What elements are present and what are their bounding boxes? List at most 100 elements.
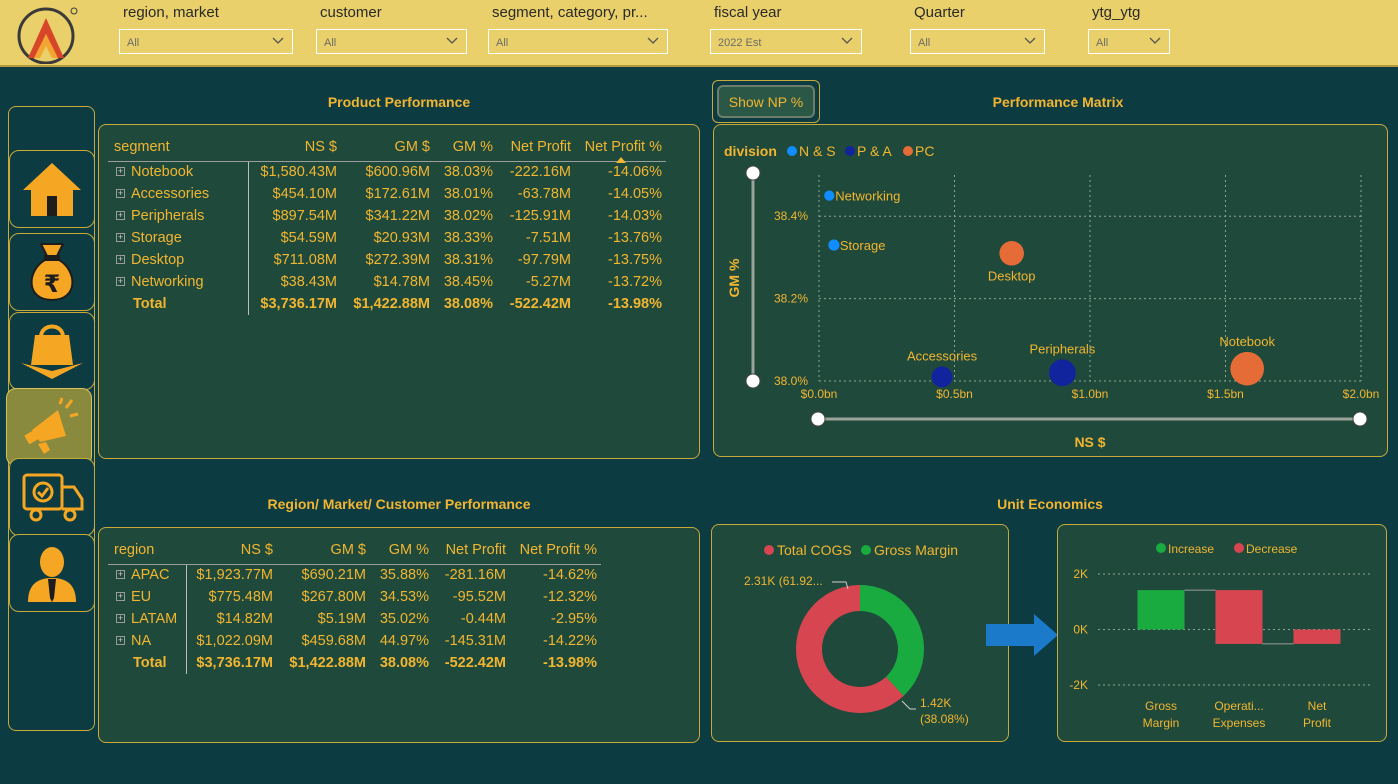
data-label: Storage	[840, 238, 886, 253]
x-tick-label: Gross	[1145, 699, 1177, 713]
legend-marker	[764, 545, 774, 555]
performance-matrix-panel: division N & S P & A PC $0.0bn $0.5bn $1.0bn $1…	[713, 124, 1388, 457]
expand-icon[interactable]: +	[116, 592, 125, 601]
value-cell: 38.03%	[443, 164, 493, 181]
column-header[interactable]: Net Profit %	[510, 536, 601, 565]
chevron-down-icon	[1024, 37, 1036, 44]
nav-home-button[interactable]	[9, 150, 95, 228]
value-cell: -5.27M	[525, 274, 571, 290]
expand-icon[interactable]: +	[116, 614, 125, 623]
column-header[interactable]: Net Profit	[433, 536, 510, 565]
x-slider-handle-left[interactable]	[810, 411, 826, 427]
filter-segment-category: segment, category, pr... All	[488, 4, 668, 54]
filter-customer: customer All	[316, 4, 467, 54]
region-market-dropdown[interactable]: All	[119, 29, 293, 54]
show-np-button[interactable]: Show NP %	[717, 85, 815, 118]
segment-cell: + Networking	[108, 271, 249, 293]
column-header[interactable]: NS $	[248, 133, 341, 162]
waterfall-bar[interactable]	[1215, 590, 1263, 644]
nav-finance-button[interactable]: ₹	[9, 233, 95, 311]
value-cell: $1,923.77M	[196, 567, 273, 584]
table-row[interactable]: + Peripherals $897.54M $341.22M 38.02% -125.9…	[108, 205, 666, 227]
donut-panel: Total COGS Gross Margin 2.31K (61.92... 1.4…	[711, 524, 1009, 742]
value-cell: 38.01%	[443, 186, 493, 202]
quarter-dropdown[interactable]: All	[910, 29, 1045, 54]
product-performance-title: Product Performance	[327, 94, 471, 110]
table-row[interactable]: + APAC $1,923.77M $690.21M 35.88% -281.16M -14…	[108, 564, 601, 586]
value-cell: $690.21M	[301, 567, 367, 584]
total-value: -13.98%	[607, 296, 662, 312]
chevron-down-icon	[1149, 37, 1161, 44]
x-slider-handle-right[interactable]	[1352, 411, 1368, 427]
nav-supply-chain-button[interactable]	[9, 458, 95, 536]
row-label: EU	[131, 589, 152, 605]
data-label: 1.42K	[920, 696, 951, 710]
region-cell: + APAC	[108, 564, 187, 586]
ytg-dropdown[interactable]: All	[1088, 29, 1170, 54]
data-label: (38.08%)	[920, 712, 969, 726]
total-value: $3,736.17M	[196, 655, 273, 671]
value-cell: $5.19M	[317, 611, 366, 627]
value-cell: $897.54M	[272, 208, 338, 224]
nav-executive-button[interactable]	[9, 534, 95, 612]
expand-icon[interactable]: +	[116, 189, 125, 198]
waterfall-bar[interactable]	[1293, 629, 1341, 644]
data-label: Networking	[835, 189, 900, 204]
x-tick-label: Profit	[1303, 716, 1332, 730]
waterfall-bar[interactable]	[1137, 590, 1185, 630]
expand-icon[interactable]: +	[116, 277, 125, 286]
nav-sales-button[interactable]	[9, 312, 95, 390]
column-header[interactable]: GM $	[341, 133, 434, 162]
value-cell: -125.91M	[509, 208, 571, 224]
column-header[interactable]: GM %	[370, 536, 433, 565]
value-cell: -14.06%	[607, 164, 662, 181]
value-cell: -13.72%	[607, 274, 662, 290]
x-tick-label: Margin	[1143, 716, 1180, 730]
data-point[interactable]	[999, 241, 1024, 266]
data-point[interactable]	[1048, 359, 1076, 387]
table-row[interactable]: + Notebook $1,580.43M $600.96M 38.03% -222.16…	[108, 161, 666, 183]
legend-marker	[861, 545, 871, 555]
value-cell: $272.39M	[365, 252, 431, 268]
column-header[interactable]: region	[108, 536, 186, 565]
dropdown-value: All	[1096, 37, 1109, 49]
row-label: NA	[131, 633, 152, 649]
column-header[interactable]: GM $	[277, 536, 370, 565]
y-slider-handle-bottom[interactable]	[745, 373, 761, 389]
shopping-bag-icon	[21, 324, 83, 379]
table-row[interactable]: + Desktop $711.08M $272.39M 38.31% -97.79M -13…	[108, 249, 666, 271]
column-header-sorted[interactable]: Net Profit %	[575, 133, 666, 163]
nav-marketing-button[interactable]	[6, 388, 92, 466]
donut-slice-gross-margin[interactable]	[860, 585, 924, 696]
expand-icon[interactable]: +	[116, 636, 125, 645]
column-header[interactable]: GM %	[434, 133, 497, 162]
table-row[interactable]: + LATAM $14.82M $5.19M 35.02% -0.44M -2.95%	[108, 608, 601, 630]
expand-icon[interactable]: +	[116, 255, 125, 264]
region-cell: + LATAM	[108, 608, 187, 630]
row-label: Desktop	[131, 252, 185, 268]
fiscal-year-dropdown[interactable]: 2022 Est	[710, 29, 862, 54]
data-point[interactable]	[1230, 351, 1265, 386]
table-row[interactable]: + Networking $38.43M $14.78M 38.45% -5.27M -13…	[108, 271, 666, 293]
data-point[interactable]	[931, 366, 953, 388]
table-row[interactable]: + EU $775.48M $267.80M 34.53% -95.52M -12.32%	[108, 586, 601, 608]
table-row[interactable]: + Storage $54.59M $20.93M 38.33% -7.51M -13.76…	[108, 227, 666, 249]
expand-icon[interactable]: +	[116, 570, 125, 580]
data-point[interactable]	[828, 239, 840, 251]
data-label: Desktop	[988, 269, 1036, 284]
y-slider-handle-top[interactable]	[745, 165, 761, 181]
table-row[interactable]: + Accessories $454.10M $172.61M 38.01% -63.78…	[108, 183, 666, 205]
customer-dropdown[interactable]: All	[316, 29, 467, 54]
expand-icon[interactable]: +	[116, 211, 125, 220]
data-point[interactable]	[824, 190, 835, 201]
table-row[interactable]: + NA $1,022.09M $459.68M 44.97% -145.31M -14.2…	[108, 630, 601, 652]
column-header[interactable]: Net Profit	[497, 133, 575, 162]
value-cell: 35.02%	[379, 611, 429, 627]
expand-icon[interactable]: +	[116, 167, 125, 177]
column-header[interactable]: segment	[108, 133, 248, 162]
expand-icon[interactable]: +	[116, 233, 125, 242]
column-header[interactable]: NS $	[186, 536, 277, 565]
value-cell: -14.22%	[542, 633, 597, 649]
segment-category-dropdown[interactable]: All	[488, 29, 668, 54]
x-tick-label: Expenses	[1213, 716, 1266, 730]
